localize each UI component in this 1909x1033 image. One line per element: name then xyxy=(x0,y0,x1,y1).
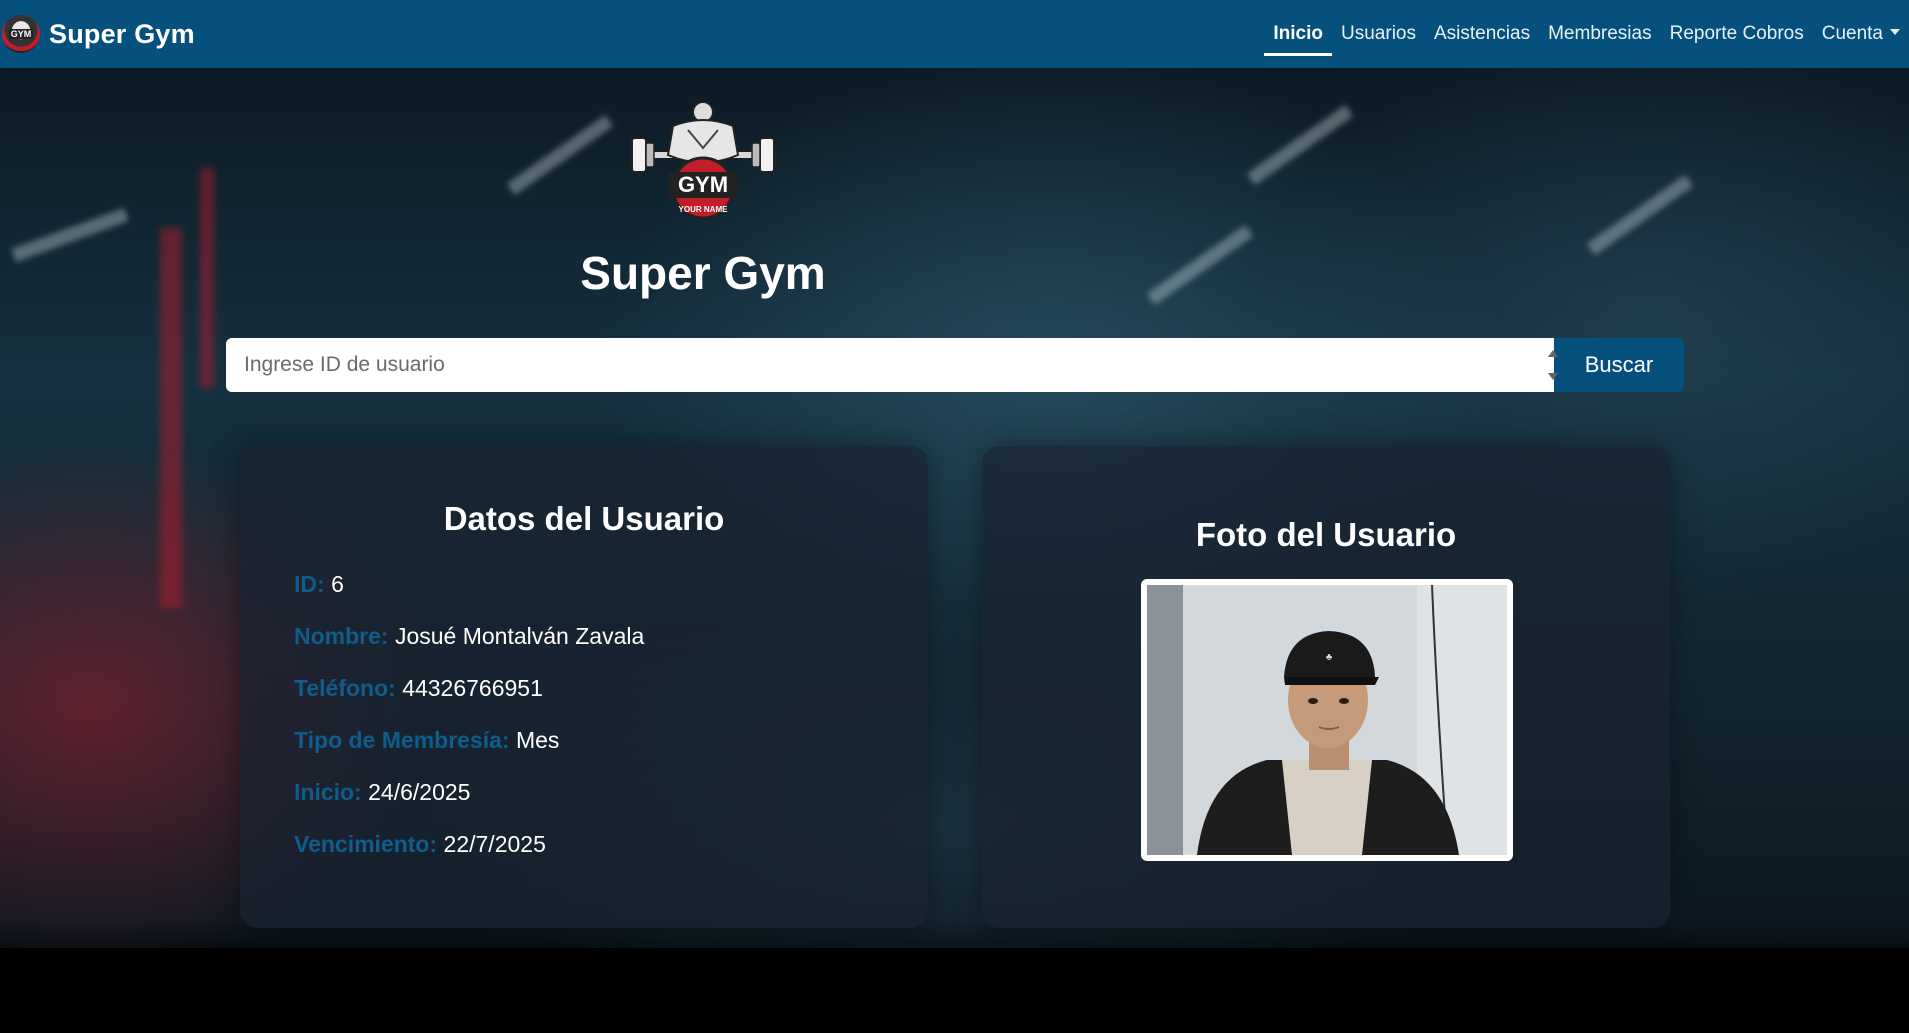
number-spinner[interactable] xyxy=(1546,350,1560,380)
ceiling-light xyxy=(1246,104,1354,186)
cap-logo-icon: ♣ xyxy=(1326,652,1333,663)
user-field-membresia: Tipo de Membresía: Mes xyxy=(294,714,928,766)
user-field-vencimiento: Vencimiento: 22/7/2025 xyxy=(294,818,928,870)
ceiling-light xyxy=(1146,224,1254,306)
user-photo-image: ♣ xyxy=(1147,585,1507,855)
field-label: Vencimiento: xyxy=(294,831,438,857)
user-field-inicio: Inicio: 24/6/2025 xyxy=(294,766,928,818)
gym-logo-subtext: YOUR NAME xyxy=(679,205,729,214)
field-value: Mes xyxy=(515,727,560,753)
spinner-up-icon[interactable] xyxy=(1548,350,1558,357)
nav-link-reporte-cobros[interactable]: Reporte Cobros xyxy=(1661,0,1813,68)
user-info-list: ID: 6 Nombre: Josué Montalván Zavala Tel… xyxy=(294,558,928,870)
gym-logo-text: GYM xyxy=(678,172,728,197)
field-label: Tipo de Membresía: xyxy=(294,727,510,753)
search-button[interactable]: Buscar xyxy=(1554,338,1684,392)
field-value: 24/6/2025 xyxy=(368,779,471,805)
ceiling-light xyxy=(11,207,129,263)
background-pillar xyxy=(200,168,214,388)
user-photo: ♣ xyxy=(1141,579,1513,861)
navbar-brand[interactable]: GYM Super Gym xyxy=(0,0,195,68)
background-pillar xyxy=(160,228,182,608)
field-value: 22/7/2025 xyxy=(443,831,546,857)
user-field-telefono: Teléfono: 44326766951 xyxy=(294,662,928,714)
spinner-down-icon[interactable] xyxy=(1548,373,1558,380)
user-photo-card: Foto del Usuario ♣ xyxy=(982,446,1670,928)
field-label: Nombre: xyxy=(294,623,389,649)
brand-name[interactable]: Super Gym xyxy=(49,19,195,50)
page-title: Super Gym xyxy=(580,247,826,299)
field-label: Inicio: xyxy=(294,779,362,805)
nav-dropdown-cuenta[interactable]: Cuenta xyxy=(1813,0,1909,68)
search-bar: Buscar xyxy=(226,338,1684,392)
field-value: 6 xyxy=(331,571,344,597)
user-field-id: ID: 6 xyxy=(294,558,928,610)
top-navbar: GYM Super Gym Inicio Usuarios Asistencia… xyxy=(0,0,1909,68)
user-photo-title: Foto del Usuario xyxy=(1195,516,1457,553)
user-data-title: Datos del Usuario xyxy=(443,500,725,537)
field-label: ID: xyxy=(294,571,325,597)
field-label: Teléfono: xyxy=(294,675,396,701)
caret-down-icon xyxy=(1890,29,1900,35)
nav-links: Inicio Usuarios Asistencias Membresias R… xyxy=(1264,0,1909,68)
brand-logo-icon: GYM xyxy=(2,15,40,53)
brand-logo-text: GYM xyxy=(8,29,34,39)
ceiling-light xyxy=(506,114,614,196)
field-value: Josué Montalván Zavala xyxy=(394,623,645,649)
nav-link-usuarios[interactable]: Usuarios xyxy=(1332,0,1425,68)
nav-link-asistencias[interactable]: Asistencias xyxy=(1425,0,1539,68)
user-data-card: Datos del Usuario ID: 6 Nombre: Josué Mo… xyxy=(240,446,928,928)
user-field-nombre: Nombre: Josué Montalván Zavala xyxy=(294,610,928,662)
gym-logo-icon: GYM YOUR NAME xyxy=(631,101,775,220)
ceiling-light xyxy=(1586,174,1694,256)
user-id-input[interactable] xyxy=(226,338,1554,392)
nav-dropdown-cuenta-label: Cuenta xyxy=(1821,23,1883,44)
nav-link-membresias[interactable]: Membresias xyxy=(1539,0,1660,68)
field-value: 44326766951 xyxy=(402,675,543,701)
nav-link-inicio[interactable]: Inicio xyxy=(1264,0,1332,68)
